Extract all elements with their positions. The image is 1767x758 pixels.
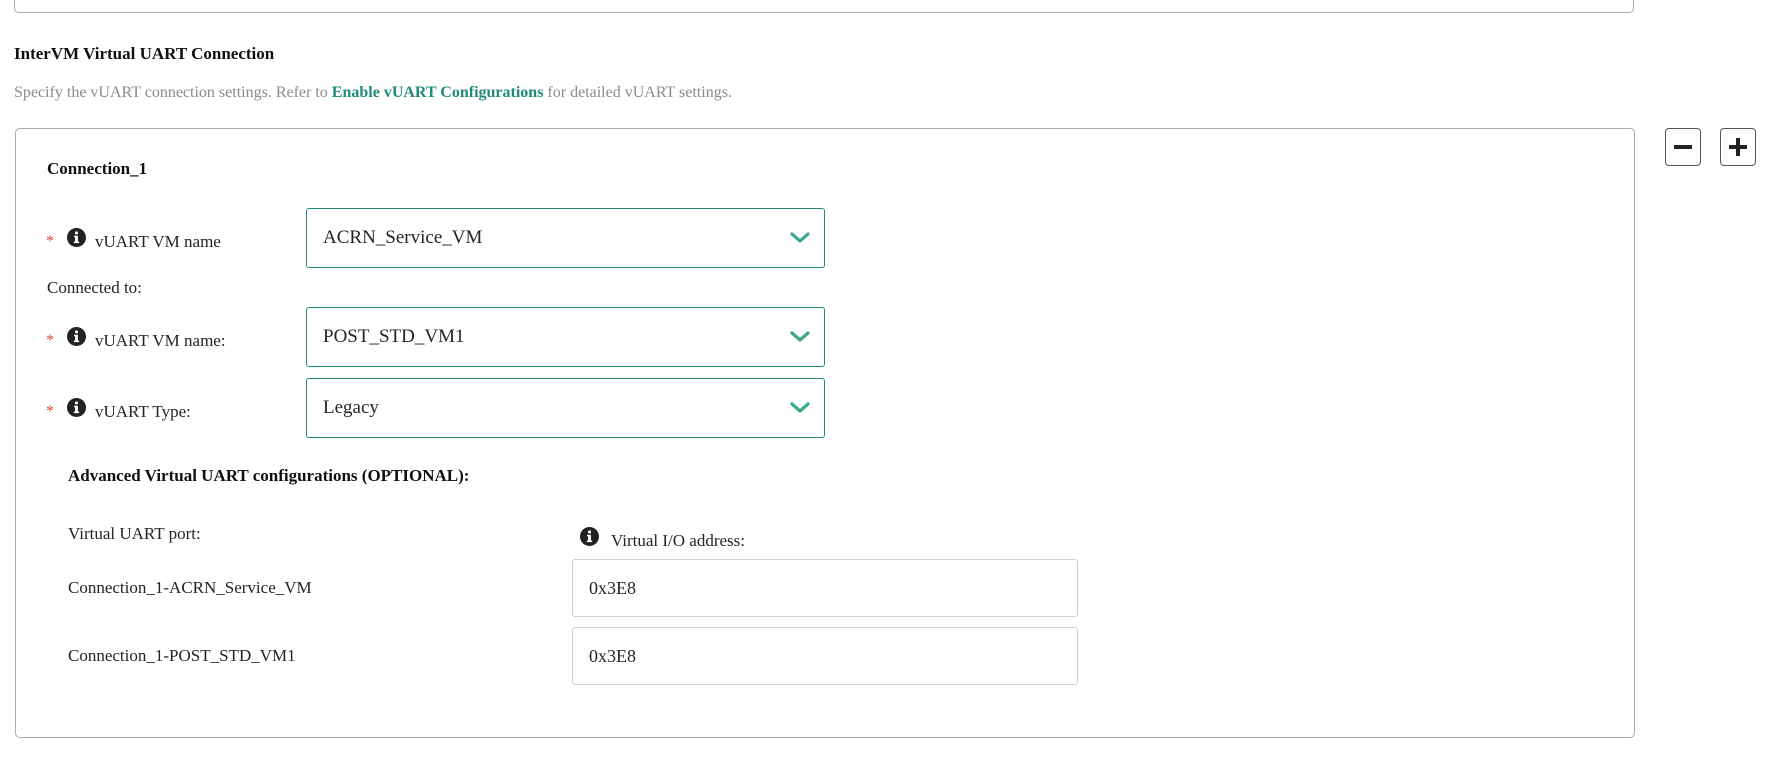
info-icon[interactable] [67,398,86,417]
chevron-down-icon [790,232,810,243]
vuart-vm-name-value: ACRN_Service_VM [323,227,483,248]
io-address-value: 0x3E8 [589,645,636,666]
chevron-down-icon [790,331,810,342]
required-marker: * [46,332,54,349]
io-address-input[interactable]: 0x3E8 [572,627,1078,685]
section-title: InterVM Virtual UART Connection [14,44,275,63]
info-icon[interactable] [67,228,86,247]
required-marker: * [46,403,54,420]
virtual-io-address-header: Virtual I/O address: [611,531,745,550]
target-vm-name-value: POST_STD_VM1 [323,326,465,347]
target-vm-name-label: vUART VM name: [95,331,226,350]
port-row-label: Connection_1-ACRN_Service_VM [68,578,312,597]
vuart-type-value: Legacy [323,397,379,418]
vuart-vm-name-label: vUART VM name [95,232,221,251]
target-vm-name-select[interactable]: POST_STD_VM1 [306,307,825,367]
remove-connection-button[interactable] [1665,128,1701,166]
io-address-value: 0x3E8 [589,577,636,598]
description-text-before: Specify the vUART connection settings. R… [14,84,328,101]
chevron-down-icon [790,402,810,413]
plus-icon [1729,138,1747,156]
connection-title: Connection_1 [47,159,148,178]
previous-section-box [14,0,1634,13]
info-icon[interactable] [580,527,599,546]
minus-icon [1674,145,1692,149]
enable-vuart-config-link[interactable]: Enable vUART Configurations [332,84,544,101]
vuart-type-label: vUART Type: [95,402,191,421]
section-description: Specify the vUART connection settings. R… [14,84,732,102]
description-text-after: for detailed vUART settings. [547,84,732,101]
vuart-type-select[interactable]: Legacy [306,378,825,438]
add-connection-button[interactable] [1720,128,1756,166]
advanced-config-title: Advanced Virtual UART configurations (OP… [68,466,470,485]
virtual-uart-port-header: Virtual UART port: [68,524,201,543]
connected-to-label: Connected to: [47,278,142,297]
required-marker: * [46,233,54,250]
info-icon[interactable] [67,327,86,346]
io-address-input[interactable]: 0x3E8 [572,559,1078,617]
vuart-vm-name-select[interactable]: ACRN_Service_VM [306,208,825,268]
port-row-label: Connection_1-POST_STD_VM1 [68,646,296,665]
